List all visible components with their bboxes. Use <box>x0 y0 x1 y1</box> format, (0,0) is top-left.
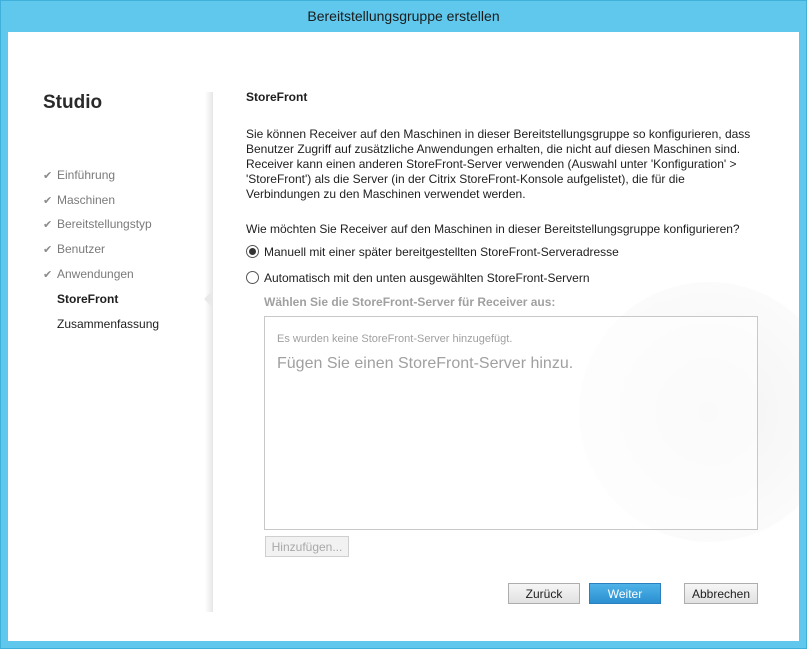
window-title: Bereitstellungsgruppe erstellen <box>307 8 500 24</box>
wizard-client-area: Studio ✔ Einführung ✔ Maschinen ✔ Bereitste… <box>8 32 799 641</box>
check-icon: ✔ <box>43 195 53 207</box>
step-label: Benutzer <box>57 242 106 256</box>
radio-unselected-icon[interactable] <box>246 271 259 284</box>
page-description: Sie können Receiver auf den Maschinen in… <box>246 127 751 201</box>
radio-automatic[interactable]: Automatisch mit den unten ausgewählten S… <box>246 269 590 287</box>
step-benutzer: ✔ Benutzer <box>43 240 105 258</box>
step-label: Bereitstellungstyp <box>57 217 152 231</box>
step-einfuehrung: ✔ Einführung <box>43 166 115 184</box>
step-label: Einführung <box>57 168 116 182</box>
step-anwendungen: ✔ Anwendungen <box>43 265 134 283</box>
check-icon: ✔ <box>43 170 53 182</box>
nav-divider <box>205 92 213 612</box>
page-title: StoreFront <box>246 90 308 104</box>
step-storefront: StoreFront <box>43 290 118 308</box>
server-list-label: Wählen Sie die StoreFront-Server für Rec… <box>264 295 556 309</box>
step-label: Anwendungen <box>57 267 134 281</box>
step-maschinen: ✔ Maschinen <box>43 191 115 209</box>
step-label: StoreFront <box>57 292 119 306</box>
server-list-empty-prompt: Fügen Sie einen StoreFront-Server hinzu. <box>277 355 574 372</box>
cancel-button[interactable]: Abbrechen <box>684 583 758 604</box>
wizard-window: Bereitstellungsgruppe erstellen Studio ✔… <box>0 0 807 649</box>
wizard-content: StoreFront Sie können Receiver auf den M… <box>213 32 799 641</box>
wizard-steps-panel: Studio ✔ Einführung ✔ Maschinen ✔ Bereitste… <box>8 32 210 641</box>
storefront-server-list[interactable]: Es wurden keine StoreFront-Server hinzug… <box>264 316 758 530</box>
step-zusammenfassung: Zusammenfassung <box>43 315 159 333</box>
add-server-button[interactable]: Hinzufügen... <box>265 536 349 557</box>
check-icon: ✔ <box>43 219 53 231</box>
next-button[interactable]: Weiter <box>589 583 661 604</box>
radio-automatic-label[interactable]: Automatisch mit den unten ausgewählten S… <box>264 271 590 285</box>
check-icon: ✔ <box>43 269 53 281</box>
step-label: Zusammenfassung <box>57 317 160 331</box>
current-step-pointer <box>204 291 212 307</box>
radio-manual-label[interactable]: Manuell mit einer später bereitgestellte… <box>264 245 619 259</box>
server-list-empty-hint: Es wurden keine StoreFront-Server hinzug… <box>277 333 513 345</box>
app-title: Studio <box>43 92 103 113</box>
back-button[interactable]: Zurück <box>508 583 580 604</box>
radio-manual[interactable]: Manuell mit einer später bereitgestellte… <box>246 243 619 261</box>
config-question: Wie möchten Sie Receiver auf den Maschin… <box>246 222 740 236</box>
step-bereitstellungstyp: ✔ Bereitstellungstyp <box>43 215 152 233</box>
check-icon: ✔ <box>43 244 53 256</box>
radio-selected-icon[interactable] <box>246 245 259 258</box>
step-label: Maschinen <box>57 193 116 207</box>
